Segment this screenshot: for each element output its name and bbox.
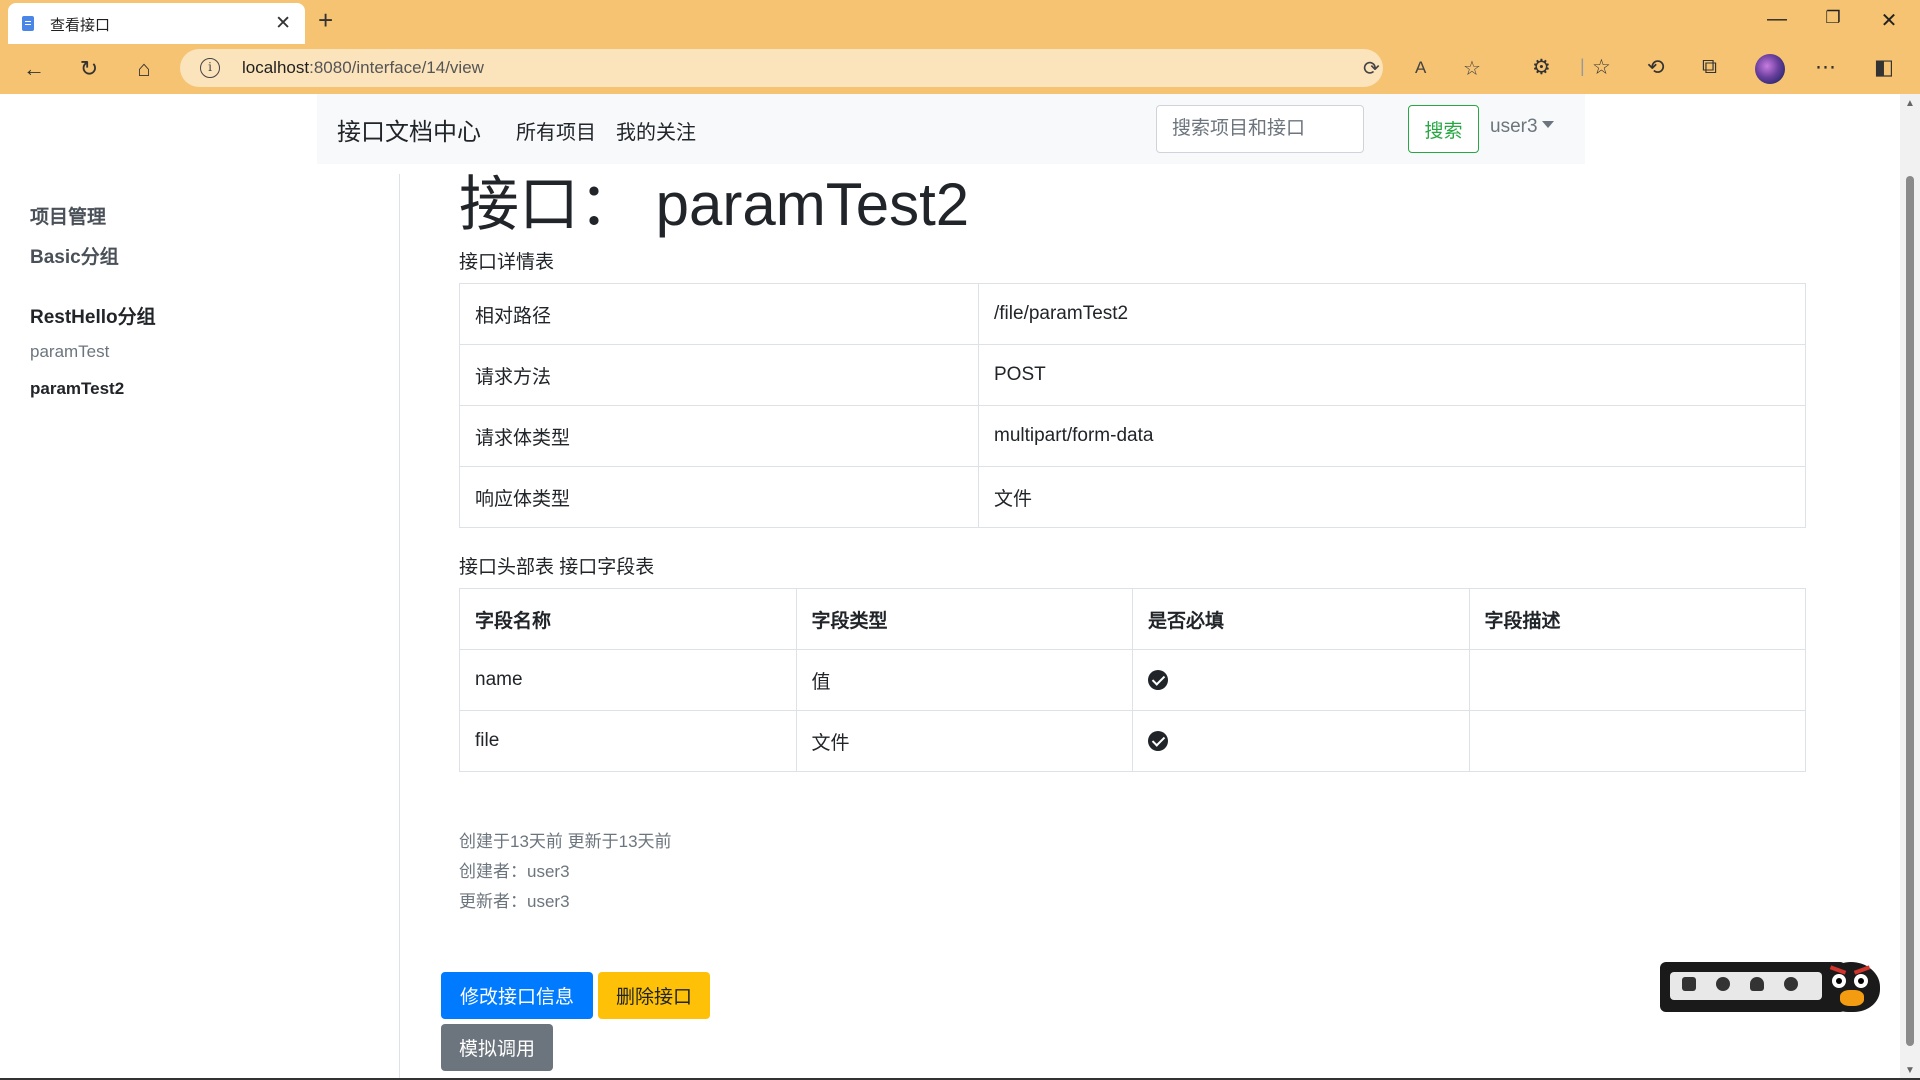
detail-key: 请求体类型 (459, 405, 979, 467)
field-type: 值 (795, 649, 1133, 711)
table-row: name 值 (459, 649, 1806, 711)
penguin-eye (1832, 974, 1846, 988)
profile-avatar[interactable] (1755, 54, 1785, 84)
table-row: 相对路径 /file/paramTest2 (459, 283, 1806, 345)
browser-toolbar: ← ↻ ⌂ i localhost:8080/interface/14/view… (0, 44, 1920, 94)
more-options-icon[interactable]: ⋯ (1815, 55, 1836, 80)
scroll-down-icon[interactable]: ▼ (1905, 1065, 1915, 1076)
read-aloud-icon[interactable]: A (1415, 58, 1426, 78)
tab-title: 查看接口 (50, 17, 111, 34)
fields-table-caption: 接口头部表 接口字段表 (459, 557, 655, 578)
field-required (1132, 710, 1470, 772)
sidebar-project-manage[interactable]: 项目管理 (30, 202, 106, 229)
detail-key: 请求方法 (459, 344, 979, 406)
field-required (1132, 649, 1470, 711)
simulate-call-button[interactable]: 模拟调用 (441, 1024, 553, 1071)
favorites-icon[interactable]: ☆ (1592, 55, 1611, 80)
page-scrollbar[interactable]: ▲ ▼ (1900, 94, 1920, 1078)
close-window-icon[interactable]: ✕ (1874, 8, 1904, 33)
floating-widget[interactable] (1660, 956, 1886, 1014)
timestamps-text: 创建于13天前 更新于13天前 (459, 832, 672, 851)
table-row: 请求方法 POST (459, 344, 1806, 406)
refresh-page-icon[interactable]: ⟳ (1363, 56, 1380, 81)
sidebar-item-paramtest2[interactable]: paramTest2 (30, 379, 124, 399)
table-row: 请求体类型 multipart/form-data (459, 405, 1806, 467)
nav-my-follows[interactable]: 我的关注 (616, 116, 696, 145)
caret-down-icon (1541, 121, 1554, 128)
screenshot-icon[interactable]: ⧉ (1702, 55, 1717, 79)
info-icon[interactable]: i (200, 58, 220, 78)
address-bar[interactable]: i localhost:8080/interface/14/view ⟳ A ☆ (180, 49, 1481, 87)
column-header: 字段描述 (1468, 588, 1806, 650)
check-circle-icon (1148, 669, 1168, 690)
new-tab-icon[interactable]: + (318, 5, 333, 36)
detail-key: 相对路径 (459, 283, 979, 345)
field-description (1468, 649, 1806, 711)
widget-settings-icon[interactable] (1784, 977, 1798, 991)
penguin-beak (1840, 990, 1864, 1006)
detail-value: 文件 (978, 466, 1806, 528)
toolbar-divider: | (1580, 56, 1585, 76)
back-icon[interactable]: ← (18, 53, 50, 85)
table-header-row: 字段名称 字段类型 是否必填 字段描述 (459, 588, 1806, 650)
history-icon[interactable]: ⟲ (1647, 55, 1665, 80)
url-text: localhost:8080/interface/14/view (242, 58, 484, 78)
favorite-star-icon[interactable]: ☆ (1463, 56, 1481, 81)
field-name: file (459, 710, 797, 772)
minimize-icon[interactable]: — (1762, 8, 1792, 31)
delete-interface-button[interactable]: 删除接口 (598, 972, 710, 1019)
restore-icon[interactable]: ❐ (1818, 8, 1848, 28)
scroll-up-icon[interactable]: ▲ (1905, 98, 1915, 109)
user-dropdown[interactable]: user3 (1490, 116, 1554, 138)
detail-value: /file/paramTest2 (978, 283, 1806, 345)
penguin-mascot-icon[interactable] (1818, 956, 1884, 1014)
browser-tab-bar: 查看接口 ✕ + — ❐ ✕ (0, 0, 1920, 44)
updater-text: 更新者：user3 (459, 892, 570, 911)
nav-all-projects[interactable]: 所有项目 (516, 116, 596, 145)
sidebar-toggle-icon[interactable]: ◧ (1874, 55, 1894, 80)
site-brand[interactable]: 接口文档中心 (337, 112, 481, 147)
url-rest: :8080/interface/14/view (309, 58, 484, 77)
page-content: 接口文档中心 所有项目 我的关注 搜索 user3 项目管理 Basic分组 R… (0, 94, 1900, 1078)
widget-icons (1670, 972, 1822, 1000)
widget-moon-icon[interactable] (1716, 977, 1730, 991)
sidebar-item-paramtest[interactable]: paramTest (30, 342, 109, 362)
scroll-thumb[interactable] (1906, 176, 1914, 1046)
reload-icon[interactable]: ↻ (73, 53, 105, 85)
edit-interface-button[interactable]: 修改接口信息 (441, 972, 593, 1019)
column-header: 字段类型 (795, 588, 1133, 650)
document-icon (22, 16, 34, 31)
field-type: 文件 (795, 710, 1133, 772)
close-tab-icon[interactable]: ✕ (275, 12, 291, 35)
widget-translate-icon[interactable] (1682, 977, 1696, 991)
penguin-eye (1854, 974, 1868, 988)
url-host: localhost (242, 58, 310, 77)
site-navbar: 接口文档中心 所有项目 我的关注 搜索 user3 (317, 94, 1585, 164)
sidebar-group-basic[interactable]: Basic分组 (30, 242, 119, 269)
fields-table: 字段名称 字段类型 是否必填 字段描述 name 值 file 文件 (459, 588, 1806, 772)
widget-user-icon[interactable] (1750, 977, 1764, 991)
sidebar-group-resthello[interactable]: RestHello分组 (30, 302, 156, 329)
table-row: file 文件 (459, 710, 1806, 772)
extensions-icon[interactable]: ⚙ (1532, 55, 1551, 80)
detail-table-caption: 接口详情表 (459, 252, 555, 273)
page-title: 接口： paramTest2 (459, 171, 970, 238)
creator-text: 创建者：user3 (459, 862, 570, 881)
field-description (1468, 710, 1806, 772)
detail-key: 响应体类型 (459, 466, 979, 528)
search-input[interactable] (1156, 105, 1364, 153)
home-icon[interactable]: ⌂ (128, 53, 160, 85)
field-name: name (459, 649, 797, 711)
detail-table: 相对路径 /file/paramTest2 请求方法 POST 请求体类型 mu… (459, 283, 1806, 528)
browser-tab[interactable]: 查看接口 ✕ (8, 3, 305, 44)
column-header: 字段名称 (459, 588, 797, 650)
column-header: 是否必填 (1132, 588, 1470, 650)
detail-value: POST (978, 344, 1806, 406)
user-name: user3 (1490, 116, 1538, 137)
sidebar-divider (399, 174, 400, 1078)
detail-value: multipart/form-data (978, 405, 1806, 467)
check-circle-icon (1148, 730, 1168, 751)
table-row: 响应体类型 文件 (459, 466, 1806, 528)
search-button[interactable]: 搜索 (1408, 105, 1479, 153)
